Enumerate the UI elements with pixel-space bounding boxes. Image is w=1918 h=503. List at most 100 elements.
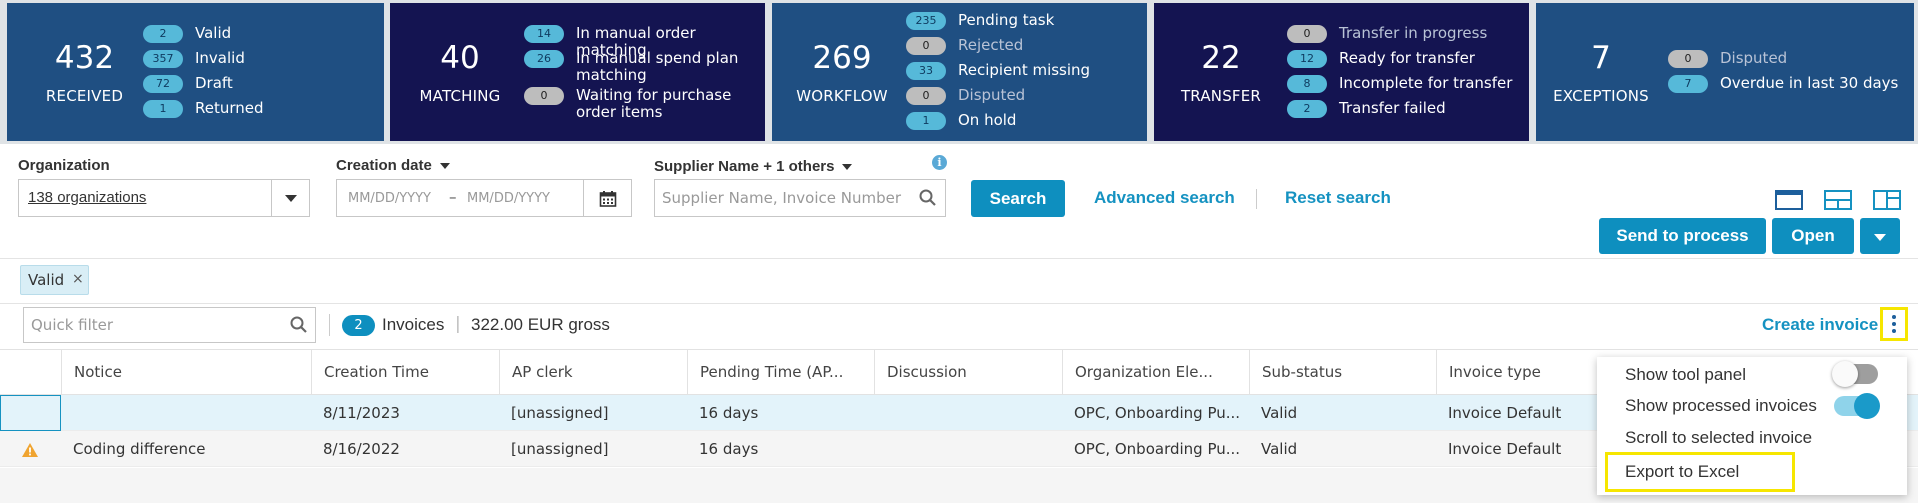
advanced-search-link[interactable]: Advanced search (1094, 188, 1235, 208)
organization-select[interactable]: 138 organizations (18, 179, 310, 217)
tile-workflow-item[interactable]: 235 Pending task (906, 12, 1054, 30)
menu-item-label: Export to Excel (1625, 462, 1740, 481)
menu-item-label: Show processed invoices (1625, 396, 1817, 415)
column-header-pending-time[interactable]: Pending Time (AP... (687, 350, 874, 394)
layout-single-icon[interactable] (1775, 190, 1803, 210)
row-select-cell[interactable] (0, 395, 61, 431)
column-header-organization-element[interactable]: Organization Ele... (1062, 350, 1249, 394)
count-badge: 357 (143, 50, 183, 68)
quick-filter-input[interactable]: Quick filter (23, 307, 316, 343)
item-label: Valid (195, 24, 232, 42)
tile-received-item[interactable]: 2 Valid (143, 25, 231, 43)
column-header-invoice-type[interactable]: Invoice type (1436, 350, 1616, 394)
tile-exceptions[interactable]: 7 EXCEPTIONS 0 Disputed 7 Overdue in last … (1536, 3, 1914, 141)
show-tool-panel-toggle[interactable] (1832, 361, 1878, 387)
tile-transfer-item[interactable]: 8 Incomplete for transfer (1287, 75, 1512, 93)
item-label: Returned (195, 99, 264, 117)
search-button[interactable]: Search (971, 180, 1065, 217)
tile-received-item[interactable]: 72 Draft (143, 75, 233, 93)
item-label: Invalid (195, 49, 245, 67)
calendar-button[interactable] (583, 180, 631, 216)
menu-item-show-tool-panel[interactable]: Show tool panel (1597, 357, 1907, 389)
kebab-menu-icon (1892, 315, 1896, 333)
item-label: On hold (958, 111, 1017, 129)
tile-transfer-item[interactable]: 0 Transfer in progress (1287, 25, 1487, 43)
date-from-input[interactable]: MM/DD/YYYY (348, 191, 431, 206)
tile-matching[interactable]: 40 MATCHING 14 In manual order matching 2… (390, 3, 765, 141)
creation-date-range[interactable]: MM/DD/YYYY – MM/DD/YYYY (336, 179, 632, 217)
organization-dropdown-button[interactable] (271, 180, 309, 216)
tile-exceptions-count: 7 (1591, 40, 1611, 76)
count-badge: 0 (906, 37, 946, 55)
count-badge: 33 (906, 62, 946, 80)
tile-exceptions-item[interactable]: 0 Disputed (1668, 50, 1787, 68)
tile-exceptions-item[interactable]: 7 Overdue in last 30 days (1668, 75, 1898, 93)
count-badge: 72 (143, 75, 183, 93)
gross-total: 322.00 EUR gross (471, 315, 610, 334)
tile-workflow-item[interactable]: 1 On hold (906, 112, 1016, 130)
warning-icon (22, 443, 38, 457)
menu-item-label: Show tool panel (1625, 365, 1746, 384)
column-header-notice[interactable]: Notice (61, 350, 311, 394)
layout-split-horizontal-icon[interactable] (1824, 190, 1852, 210)
tile-received[interactable]: 432 RECEIVED 2 Valid 357 Invalid 72 Draft 1… (7, 3, 384, 141)
column-header-ap-clerk[interactable]: AP clerk (499, 350, 687, 394)
item-label: Ready for transfer (1339, 49, 1475, 67)
cell-organization: OPC, Onboarding Pu... (1074, 404, 1241, 422)
cell-notice (61, 395, 311, 431)
open-button[interactable]: Open (1772, 218, 1854, 254)
menu-item-scroll-to-selected[interactable]: Scroll to selected invoice (1597, 421, 1907, 453)
tile-transfer-item[interactable]: 12 Ready for transfer (1287, 50, 1475, 68)
filter-chip-valid[interactable]: Valid × (20, 265, 89, 295)
reset-search-link[interactable]: Reset search (1285, 188, 1391, 208)
creation-date-label[interactable]: Creation date (336, 157, 450, 174)
toggle-knob (1832, 361, 1858, 387)
date-to-input[interactable]: MM/DD/YYYY (467, 191, 550, 206)
tile-matching-item[interactable]: 26 In manual spend plan matching (524, 50, 754, 84)
tile-transfer-item[interactable]: 2 Transfer failed (1287, 100, 1446, 118)
info-icon[interactable]: i (932, 155, 947, 170)
tile-matching-item[interactable]: 0 Waiting for purchase order items (524, 87, 754, 121)
send-to-process-button[interactable]: Send to process (1599, 218, 1766, 254)
count-badge: 7 (1668, 75, 1708, 93)
column-header-discussion[interactable]: Discussion (874, 350, 1062, 394)
chip-label: Valid (28, 271, 65, 289)
tile-workflow[interactable]: 269 WORKFLOW 235 Pending task 0 Rejected 3… (772, 3, 1147, 141)
tile-workflow-item[interactable]: 33 Recipient missing (906, 62, 1090, 80)
search-icon (919, 189, 936, 206)
cell-sub-status: Valid (1261, 404, 1298, 422)
count-badge: 26 (524, 50, 564, 68)
tile-received-item[interactable]: 357 Invalid (143, 50, 245, 68)
invoice-count-label: Invoices (382, 315, 445, 334)
count-badge: 1 (906, 112, 946, 130)
tile-workflow-caption: WORKFLOW (796, 87, 888, 105)
more-actions-dropdown[interactable] (1860, 218, 1900, 254)
supplier-search-input[interactable]: Supplier Name, Invoice Number (654, 179, 946, 217)
chevron-down-icon (1874, 234, 1886, 241)
tile-transfer[interactable]: 22 TRANSFER 0 Transfer in progress 12 Read… (1154, 3, 1529, 141)
tile-workflow-item[interactable]: 0 Disputed (906, 87, 1025, 105)
cell-ap-clerk: [unassigned] (511, 404, 609, 422)
grid-options-button[interactable] (1880, 307, 1908, 341)
column-header-sub-status[interactable]: Sub-status (1249, 350, 1436, 394)
grid-options-menu: Show tool panel Show processed invoices … (1597, 357, 1907, 495)
tile-received-item[interactable]: 1 Returned (143, 100, 264, 118)
tile-transfer-count: 22 (1201, 40, 1241, 76)
menu-item-show-processed-invoices[interactable]: Show processed invoices (1597, 389, 1907, 421)
layout-split-vertical-icon[interactable] (1873, 190, 1901, 210)
organization-value[interactable]: 138 organizations (28, 189, 146, 206)
menu-item-export-to-excel[interactable]: Export to Excel (1605, 452, 1795, 492)
item-label: Transfer failed (1339, 99, 1446, 117)
create-invoice-link[interactable]: Create invoice (1762, 315, 1878, 335)
column-header-creation-time[interactable]: Creation Time (311, 350, 499, 394)
chevron-down-icon (284, 195, 297, 202)
show-processed-toggle[interactable] (1834, 393, 1880, 419)
cell-discussion (874, 431, 1062, 467)
search-icon (290, 316, 307, 333)
tile-workflow-item[interactable]: 0 Rejected (906, 37, 1023, 55)
cell-pending-time: 16 days (699, 404, 759, 422)
supplier-field-label[interactable]: Supplier Name + 1 others (654, 158, 853, 175)
cell-notice: Coding difference (73, 440, 206, 458)
cell-sub-status: Valid (1261, 440, 1298, 458)
close-icon[interactable]: × (72, 271, 84, 287)
